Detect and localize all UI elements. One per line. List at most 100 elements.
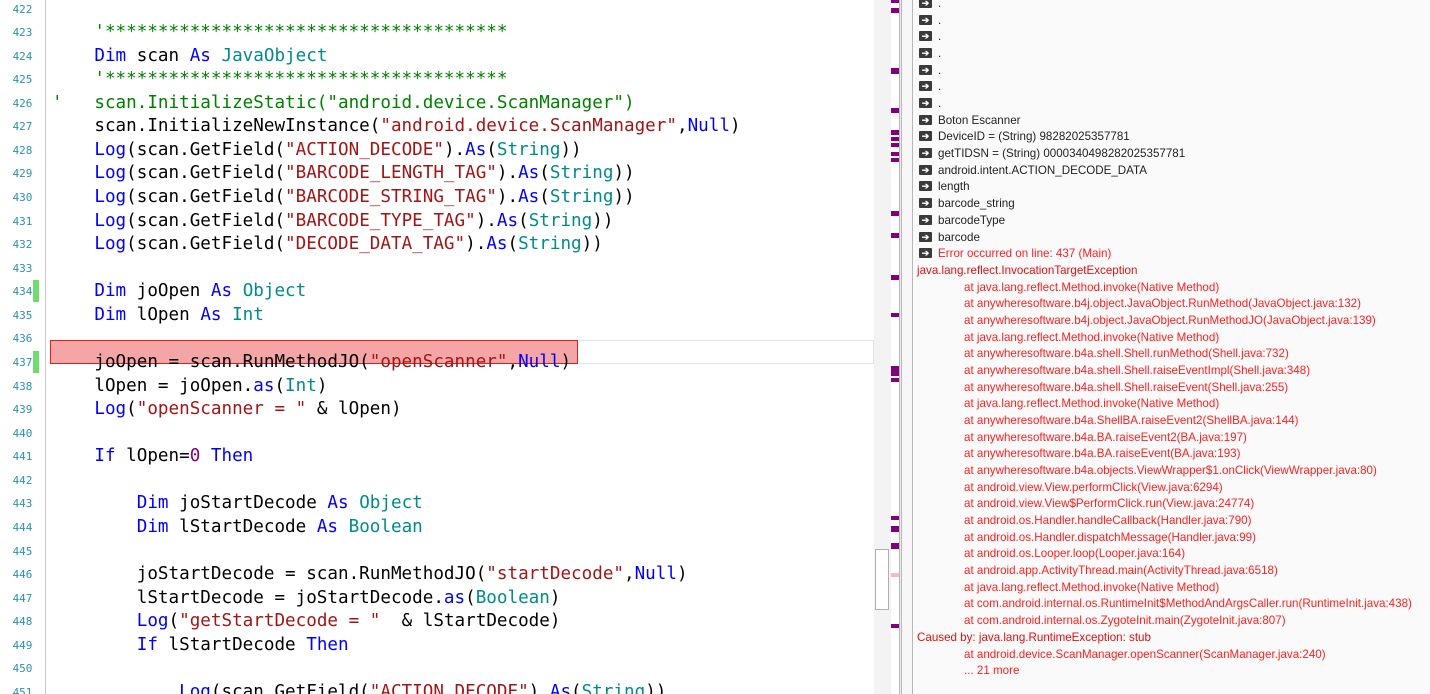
occurrence-marker[interactable] (891, 366, 899, 376)
log-entry[interactable]: at com.android.internal.os.RuntimeInit$M… (913, 595, 1430, 612)
occurrence-marker[interactable] (891, 624, 899, 628)
code-line[interactable]: 448 Log("getStartDecode = " & lStartDeco… (0, 609, 874, 633)
occurrence-marker[interactable] (891, 68, 899, 74)
occurrence-marker[interactable] (891, 211, 899, 216)
log-entry[interactable]: ➔ barcodeType (913, 212, 1430, 229)
code-line[interactable]: 429 Log(scan.GetField("BARCODE_LENGTH_TA… (0, 161, 874, 185)
code-line[interactable]: 444 Dim lStartDecode As Boolean (0, 515, 874, 539)
log-entry[interactable]: at android.os.Handler.dispatchMessage(Ha… (913, 529, 1430, 546)
log-entry[interactable]: ➔ barcode_string (913, 195, 1430, 212)
code-line[interactable]: 431 Log(scan.GetField("BARCODE_TYPE_TAG"… (0, 209, 874, 233)
log-entry[interactable]: at java.lang.reflect.Method.invoke(Nativ… (913, 279, 1430, 296)
log-entry[interactable]: at java.lang.reflect.Method.invoke(Nativ… (913, 329, 1430, 346)
log-entry[interactable]: ➔. (913, 12, 1430, 29)
log-entry[interactable]: ➔ length (913, 178, 1430, 195)
log-entry[interactable]: at anywheresoftware.b4j.object.JavaObjec… (913, 312, 1430, 329)
log-entry[interactable]: at anywheresoftware.b4j.object.JavaObjec… (913, 295, 1430, 312)
log-entry[interactable]: at anywheresoftware.b4a.shell.Shell.rais… (913, 362, 1430, 379)
code-line[interactable]: 447 lStartDecode = joStartDecode.as(Bool… (0, 586, 874, 610)
log-entry[interactable]: at anywheresoftware.b4a.BA.raiseEvent2(B… (913, 429, 1430, 446)
code-line[interactable]: 422 (0, 0, 874, 20)
code-editor[interactable]: 422 423 '********************************… (0, 0, 874, 694)
occurrence-marker[interactable] (891, 130, 899, 135)
log-text: android.intent.ACTION_DECODE_DATA (938, 163, 1147, 177)
code-line[interactable]: 427 scan.InitializeNewInstance("android.… (0, 114, 874, 138)
occurrence-marker[interactable] (891, 526, 899, 532)
code-line[interactable]: 423 '***********************************… (0, 20, 874, 44)
log-entry[interactable]: ➔ android.intent.ACTION_DECODE_DATA (913, 162, 1430, 179)
log-entry[interactable]: at anywheresoftware.b4a.ShellBA.raiseEve… (913, 412, 1430, 429)
code-line[interactable]: 435 Dim lOpen As Int (0, 303, 874, 327)
occurrence-marker[interactable] (891, 543, 899, 549)
occurrence-marker[interactable] (891, 313, 899, 317)
log-entry[interactable]: at android.view.View.performClick(View.j… (913, 479, 1430, 496)
code-line[interactable]: 424 Dim scan As JavaObject (0, 44, 874, 68)
log-entry[interactable]: ➔. (913, 78, 1430, 95)
code-line[interactable]: 433 (0, 256, 874, 280)
occurrence-marker[interactable] (891, 137, 899, 141)
log-entry[interactable]: ➔. (913, 28, 1430, 45)
code-line[interactable]: 441 If lOpen=0 Then (0, 444, 874, 468)
log-entry[interactable]: at anywheresoftware.b4a.shell.Shell.rais… (913, 379, 1430, 396)
code-line[interactable]: 432 Log(scan.GetField("DECODE_DATA_TAG")… (0, 232, 874, 256)
code-line[interactable]: 437 joOpen = scan.RunMethodJO("openScann… (0, 350, 874, 374)
log-entry[interactable]: ... 21 more (913, 662, 1430, 679)
code-line[interactable]: 438 lOpen = joOpen.as(Int) (0, 374, 874, 398)
occurrence-marker[interactable] (891, 143, 899, 147)
panel-gap (902, 0, 913, 694)
log-entry[interactable]: ➔. (913, 0, 1430, 12)
occurrence-marker[interactable] (891, 108, 899, 113)
log-entry[interactable]: at android.app.ActivityThread.main(Activ… (913, 562, 1430, 579)
occurrence-marker[interactable] (891, 516, 899, 520)
code-token: As (486, 234, 508, 255)
code-line[interactable]: 434 Dim joOpen As Object (0, 279, 874, 303)
log-entry[interactable]: at android.os.Looper.loop(Looper.java:16… (913, 545, 1430, 562)
code-line[interactable]: 446 joStartDecode = scan.RunMethodJO("st… (0, 562, 874, 586)
occurrence-marker[interactable] (891, 275, 899, 280)
log-entry[interactable]: at anywheresoftware.b4a.shell.Shell.runM… (913, 345, 1430, 362)
arrow-right-icon: ➔ (919, 48, 932, 59)
code-line[interactable]: 425 '***********************************… (0, 67, 874, 91)
code-line[interactable]: 442 (0, 468, 874, 492)
log-entry[interactable]: at android.view.View$PerformClick.run(Vi… (913, 495, 1430, 512)
occurrence-marker[interactable] (891, 378, 899, 382)
log-entry[interactable]: at anywheresoftware.b4a.objects.ViewWrap… (913, 462, 1430, 479)
code-line[interactable]: 430 Log(scan.GetField("BARCODE_STRING_TA… (0, 185, 874, 209)
code-line[interactable]: 439 Log("openScanner = " & lOpen) (0, 397, 874, 421)
code-line[interactable]: 449 If lStartDecode Then (0, 633, 874, 657)
log-entry[interactable]: ➔ DeviceID = (String) 98282025357781 (913, 128, 1430, 145)
log-entry[interactable]: ➔ Boton Escanner (913, 112, 1430, 129)
log-entry[interactable]: at anywheresoftware.b4a.BA.raiseEvent(BA… (913, 445, 1430, 462)
log-entry[interactable]: at com.android.internal.os.ZygoteInit.ma… (913, 612, 1430, 629)
log-entry[interactable]: ➔ barcode (913, 229, 1430, 246)
occurrence-marker[interactable] (891, 152, 899, 156)
log-text: at anywheresoftware.b4a.BA.raiseEvent2(B… (964, 430, 1247, 444)
code-line[interactable]: 428 Log(scan.GetField("ACTION_DECODE").A… (0, 138, 874, 162)
current-position-marker[interactable] (891, 573, 899, 577)
code-line[interactable]: 445 (0, 539, 874, 563)
occurrence-marker[interactable] (891, 233, 899, 238)
code-token: "DECODE_DATA_TAG" (285, 234, 466, 255)
log-entry[interactable]: ➔. (913, 62, 1430, 79)
scrollbar-thumb[interactable] (875, 549, 889, 610)
log-entry[interactable]: ➔ Error occurred on line: 437 (Main) (913, 245, 1430, 262)
code-line[interactable]: 436 (0, 326, 874, 350)
log-entry[interactable]: java.lang.reflect.InvocationTargetExcept… (913, 262, 1430, 279)
code-line[interactable]: 450 (0, 656, 874, 680)
code-line[interactable]: 426 ' scan.InitializeStatic("android.devi… (0, 91, 874, 115)
log-entry[interactable]: at java.lang.reflect.Method.invoke(Nativ… (913, 579, 1430, 596)
occurrence-marker[interactable] (891, 0, 899, 3)
arrow-right-icon: ➔ (919, 214, 932, 225)
log-entry[interactable]: ➔. (913, 95, 1430, 112)
log-entry[interactable]: ➔. (913, 45, 1430, 62)
code-line[interactable]: 440 (0, 421, 874, 445)
log-entry[interactable]: at java.lang.reflect.Method.invoke(Nativ… (913, 395, 1430, 412)
log-entry[interactable]: at android.os.Handler.handleCallback(Han… (913, 512, 1430, 529)
log-entry[interactable]: ➔ getTIDSN = (String) 0000340498282025357… (913, 145, 1430, 162)
log-entry[interactable]: at android.device.ScanManager.openScanne… (913, 646, 1430, 663)
occurrence-marker[interactable] (891, 158, 899, 162)
occurrence-marker[interactable] (891, 8, 899, 13)
code-line[interactable]: 451 Log(scan.GetField("ACTION_DECODE").A… (0, 680, 874, 694)
code-line[interactable]: 443 Dim joStartDecode As Object (0, 491, 874, 515)
log-entry[interactable]: Caused by: java.lang.RuntimeException: s… (913, 629, 1430, 646)
